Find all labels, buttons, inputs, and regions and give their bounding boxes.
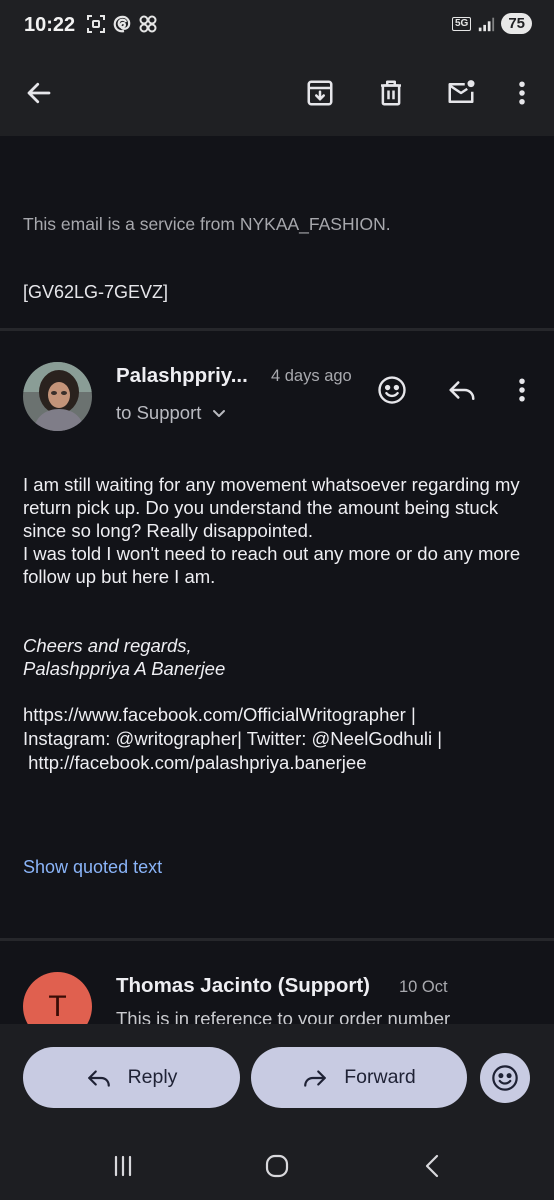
- message-divider: [0, 938, 554, 941]
- profile-link[interactable]: http://facebook.com/palashpriya.banerjee: [23, 751, 543, 775]
- message-time: 4 days ago: [271, 367, 352, 385]
- delete-icon: [381, 80, 401, 106]
- back-nav-button[interactable]: [408, 1148, 458, 1184]
- more-vert-icon: [519, 378, 525, 402]
- system-nav-bar: [0, 1142, 554, 1190]
- recipient-toggle[interactable]: to Support: [116, 402, 227, 424]
- add-reaction-button[interactable]: [370, 368, 414, 412]
- home-button[interactable]: [252, 1148, 302, 1184]
- signature-line: Cheers and regards,: [23, 635, 192, 656]
- reply-button[interactable]: Reply: [23, 1047, 240, 1108]
- screenshot-icon: [87, 15, 105, 33]
- home-icon: [265, 1154, 289, 1178]
- status-notification-icons: [86, 14, 158, 34]
- forward-button[interactable]: Forward: [251, 1047, 467, 1108]
- body-paragraph: I was told I won't need to reach out any…: [23, 543, 521, 587]
- emoji-icon: [492, 1065, 518, 1091]
- delete-button[interactable]: [368, 70, 414, 116]
- status-time: 10:22: [24, 14, 76, 36]
- mark-unread-icon: [448, 80, 475, 103]
- sender-name: Palashppriy...: [116, 364, 248, 387]
- next-sender-name[interactable]: Thomas Jacinto (Support): [116, 974, 370, 998]
- app-bar: [0, 52, 554, 136]
- reply-icon: [87, 1069, 110, 1087]
- battery-level: 75: [501, 13, 532, 34]
- next-message-time: 10 Oct: [399, 978, 448, 996]
- back-chevron-icon: [425, 1154, 439, 1178]
- status-bar: 10:22 5G 75: [0, 0, 554, 52]
- recents-button[interactable]: [98, 1148, 148, 1184]
- pinwheel-icon: [139, 15, 157, 33]
- more-options-button[interactable]: [499, 70, 545, 116]
- recipient-label: to Support: [116, 402, 202, 423]
- threads-icon: [113, 15, 131, 33]
- reply-label: Reply: [127, 1066, 178, 1088]
- reply-icon-button[interactable]: [440, 368, 484, 412]
- back-arrow-icon: [27, 82, 51, 104]
- archive-icon: [307, 80, 333, 106]
- signature: Cheers and regards, Palashppriya A Baner…: [23, 634, 225, 680]
- reference-code: [GV62LG-7GEVZ]: [23, 282, 169, 302]
- recents-icon: [114, 1155, 132, 1177]
- body-paragraph: I am still waiting for any movement what…: [23, 474, 520, 541]
- forward-label: Forward: [344, 1066, 416, 1088]
- reply-icon: [449, 381, 475, 400]
- sender-avatar[interactable]: [23, 362, 92, 431]
- message-more-button[interactable]: [500, 368, 544, 412]
- social-handles[interactable]: Instagram: @writographer| Twitter: @Neel…: [23, 727, 543, 751]
- mark-unread-button[interactable]: [438, 70, 484, 116]
- chevron-down-icon: [213, 410, 226, 417]
- emoji-icon: [378, 376, 406, 404]
- back-button[interactable]: [16, 70, 62, 116]
- more-vert-icon: [519, 81, 525, 105]
- archive-button[interactable]: [297, 70, 343, 116]
- network-type: 5G: [451, 16, 472, 31]
- show-quoted-text-link[interactable]: Show quoted text: [23, 857, 162, 878]
- message-body: I am still waiting for any movement what…: [23, 473, 538, 588]
- signal-icon: [479, 17, 495, 31]
- signature-line: Palashppriya A Banerjee: [23, 658, 226, 679]
- message-divider: [0, 328, 554, 331]
- social-links: https://www.facebook.com/OfficialWritogr…: [23, 703, 543, 775]
- react-button[interactable]: [480, 1053, 530, 1103]
- facebook-link[interactable]: https://www.facebook.com/OfficialWritogr…: [23, 703, 543, 727]
- previous-message-footer: This email is a service from NYKAA_FASHI…: [23, 214, 391, 234]
- bottom-action-bar: Reply Forward: [0, 1024, 554, 1200]
- forward-icon: [304, 1069, 327, 1087]
